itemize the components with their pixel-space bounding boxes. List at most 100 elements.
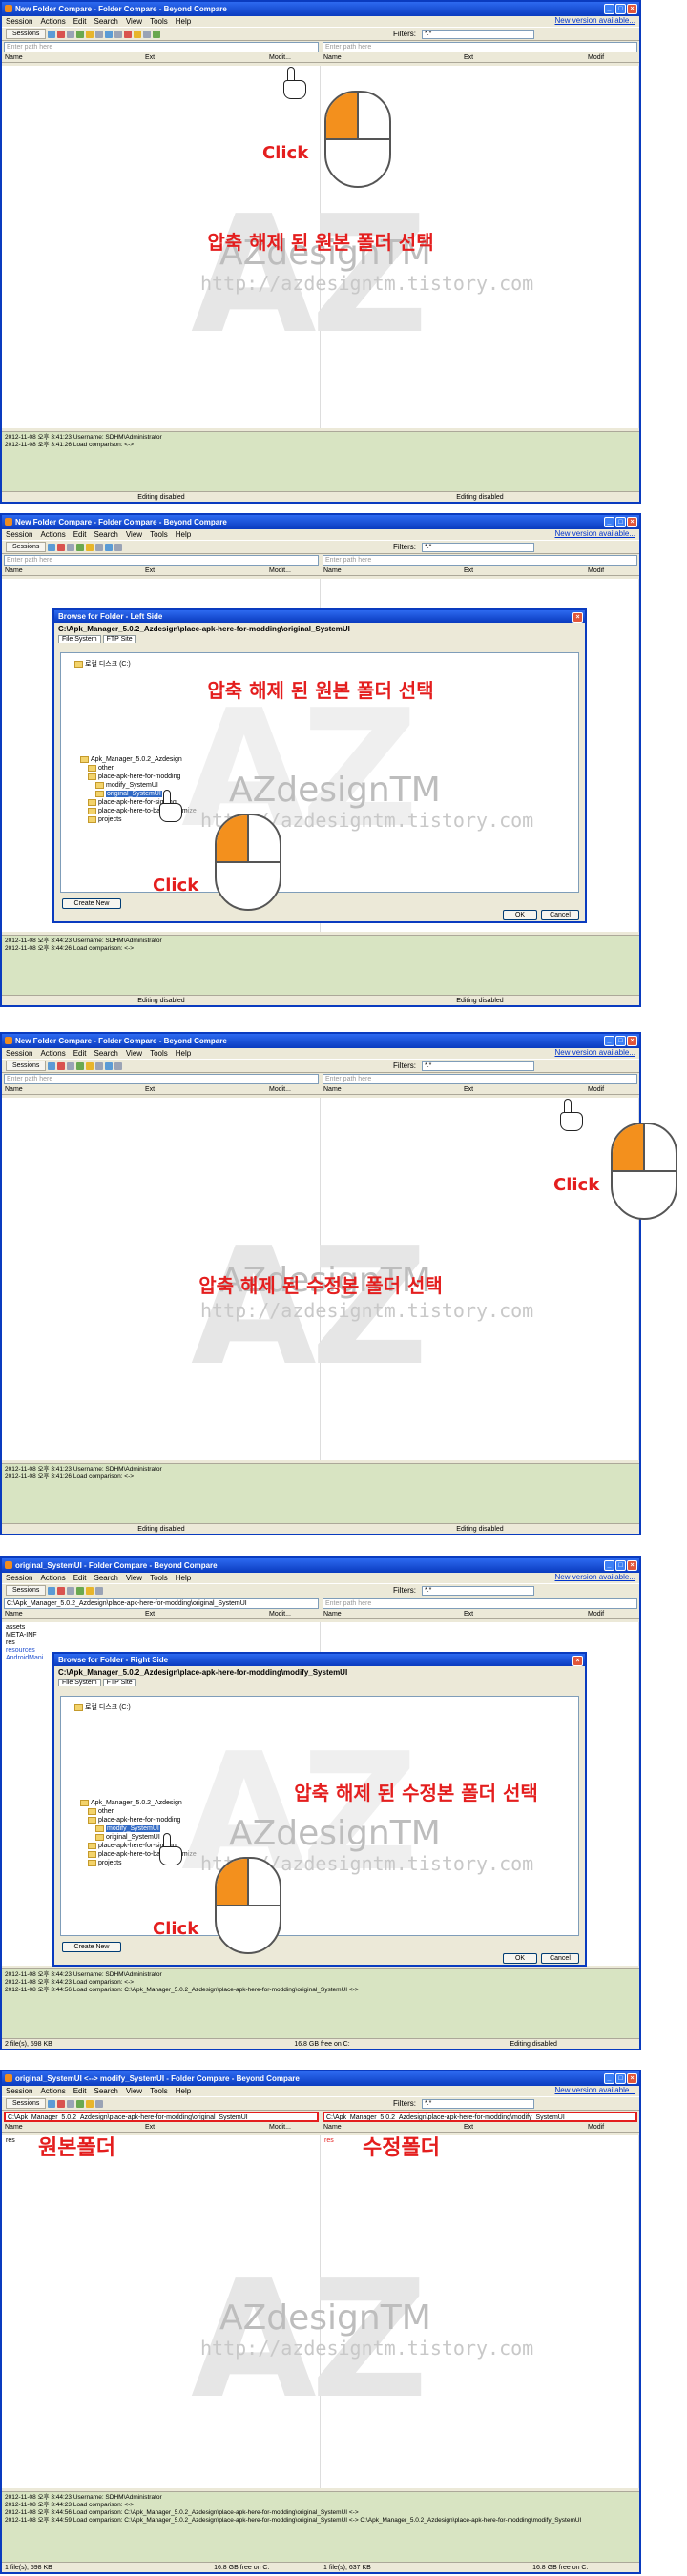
tool-icon[interactable]: [67, 1586, 75, 1595]
tool-icon[interactable]: [76, 543, 85, 551]
tree-node-selected[interactable]: original_SystemUI: [95, 791, 162, 797]
tool-icon[interactable]: [57, 1061, 66, 1070]
ok-button[interactable]: OK: [503, 1953, 537, 1964]
column-modified[interactable]: Modit...: [269, 2123, 291, 2133]
right-path-input[interactable]: Enter path here: [323, 42, 637, 52]
tool-icon[interactable]: [57, 2099, 66, 2108]
menu-actions[interactable]: Actions: [40, 2087, 65, 2095]
tool-icon[interactable]: [153, 30, 161, 38]
menu-view[interactable]: View: [126, 17, 142, 26]
tool-icon[interactable]: [76, 1061, 85, 1070]
tool-icon[interactable]: [57, 1586, 66, 1595]
left-path-input[interactable]: Enter path here: [4, 555, 319, 566]
new-version-link[interactable]: New version available...: [555, 16, 635, 25]
column-name[interactable]: Name: [5, 567, 23, 574]
menu-help[interactable]: Help: [176, 1049, 191, 1058]
table-row[interactable]: res: [324, 2137, 334, 2145]
menu-tools[interactable]: Tools: [150, 530, 168, 539]
right-path-input[interactable]: Enter path here: [323, 1074, 637, 1084]
minimize-icon[interactable]: _: [604, 4, 614, 14]
tool-icon[interactable]: [48, 1586, 56, 1595]
menu-search[interactable]: Search: [94, 2087, 118, 2095]
column-ext[interactable]: Ext: [145, 2123, 155, 2133]
tree-node-selected[interactable]: modify_SystemUI: [95, 1825, 160, 1832]
left-path-input[interactable]: C:\Apk_Manager_5.0.2_Azdesign\place-apk-…: [4, 1598, 319, 1609]
tree-node[interactable]: other: [88, 1808, 114, 1815]
menu-view[interactable]: View: [126, 2087, 142, 2095]
tool-icon[interactable]: [95, 543, 104, 551]
close-icon[interactable]: ×: [572, 1656, 583, 1666]
tool-icon[interactable]: [105, 543, 114, 551]
column-modified[interactable]: Modit...: [269, 567, 291, 576]
column-name[interactable]: Name: [5, 2124, 23, 2131]
column-name[interactable]: Name: [323, 1611, 342, 1618]
tool-icon[interactable]: [67, 1061, 75, 1070]
tool-icon[interactable]: [86, 1061, 94, 1070]
create-new-button[interactable]: Create New: [62, 898, 121, 909]
menu-tools[interactable]: Tools: [150, 17, 168, 26]
list-item[interactable]: resources: [6, 1647, 49, 1655]
tool-icon[interactable]: [114, 1061, 123, 1070]
column-ext[interactable]: Ext: [464, 1085, 473, 1095]
close-icon[interactable]: ×: [627, 4, 637, 14]
menu-session[interactable]: Session: [6, 2087, 32, 2095]
column-name[interactable]: Name: [323, 567, 342, 574]
tool-icon[interactable]: [105, 30, 114, 38]
filters-input[interactable]: *.*: [422, 1586, 534, 1596]
tool-icon[interactable]: [124, 30, 133, 38]
filters-input[interactable]: *.*: [422, 1061, 534, 1071]
menu-view[interactable]: View: [126, 530, 142, 539]
new-version-link[interactable]: New version available...: [555, 529, 635, 538]
minimize-icon[interactable]: _: [604, 1560, 614, 1571]
sessions-button[interactable]: Sessions: [6, 29, 47, 39]
tree-node[interactable]: modify_SystemUI: [95, 782, 158, 789]
tree-node[interactable]: projects: [88, 816, 122, 823]
tool-icon[interactable]: [105, 1061, 114, 1070]
maximize-icon[interactable]: □: [615, 4, 626, 14]
new-version-link[interactable]: New version available...: [555, 2086, 635, 2094]
tool-icon[interactable]: [57, 543, 66, 551]
column-ext[interactable]: Ext: [464, 53, 473, 63]
tool-icon[interactable]: [95, 1586, 104, 1595]
column-ext[interactable]: Ext: [145, 53, 155, 63]
cancel-button[interactable]: Cancel: [541, 1953, 579, 1964]
sessions-button[interactable]: Sessions: [6, 2098, 47, 2109]
left-path-input[interactable]: Enter path here: [4, 42, 319, 52]
menu-help[interactable]: Help: [176, 530, 191, 539]
tab-ftp-site[interactable]: FTP Site: [102, 635, 136, 643]
menu-session[interactable]: Session: [6, 530, 32, 539]
sessions-button[interactable]: Sessions: [6, 1061, 47, 1071]
column-ext[interactable]: Ext: [464, 1610, 473, 1619]
tab-file-system[interactable]: File System: [58, 1679, 101, 1686]
column-ext[interactable]: Ext: [145, 1085, 155, 1095]
column-name[interactable]: Name: [5, 54, 23, 61]
column-name[interactable]: Name: [5, 1611, 23, 1618]
column-name[interactable]: Name: [5, 1086, 23, 1093]
maximize-icon[interactable]: □: [615, 1560, 626, 1571]
tool-icon[interactable]: [48, 30, 56, 38]
tab-file-system[interactable]: File System: [58, 635, 101, 643]
new-version-link[interactable]: New version available...: [555, 1048, 635, 1057]
minimize-icon[interactable]: _: [604, 517, 614, 527]
tab-ftp-site[interactable]: FTP Site: [102, 1679, 136, 1686]
menu-help[interactable]: Help: [176, 1574, 191, 1582]
tool-icon[interactable]: [86, 2099, 94, 2108]
list-item[interactable]: AndroidMani...: [6, 1655, 49, 1662]
column-modified[interactable]: Modit...: [269, 53, 291, 63]
menu-edit[interactable]: Edit: [73, 1574, 87, 1582]
close-icon[interactable]: ×: [627, 2073, 637, 2084]
menu-tools[interactable]: Tools: [150, 1574, 168, 1582]
column-modified[interactable]: Modit...: [269, 1085, 291, 1095]
column-ext[interactable]: Ext: [464, 567, 473, 576]
tool-icon[interactable]: [76, 2099, 85, 2108]
list-item[interactable]: META-INF: [6, 1632, 49, 1639]
menu-session[interactable]: Session: [6, 17, 32, 26]
table-row[interactable]: res: [6, 2137, 15, 2145]
menu-search[interactable]: Search: [94, 17, 118, 26]
column-modified[interactable]: Modif: [588, 567, 604, 576]
menu-tools[interactable]: Tools: [150, 2087, 168, 2095]
tree-node[interactable]: original_SystemUI: [95, 1834, 160, 1841]
menu-actions[interactable]: Actions: [40, 530, 65, 539]
menu-actions[interactable]: Actions: [40, 17, 65, 26]
menu-edit[interactable]: Edit: [73, 2087, 87, 2095]
